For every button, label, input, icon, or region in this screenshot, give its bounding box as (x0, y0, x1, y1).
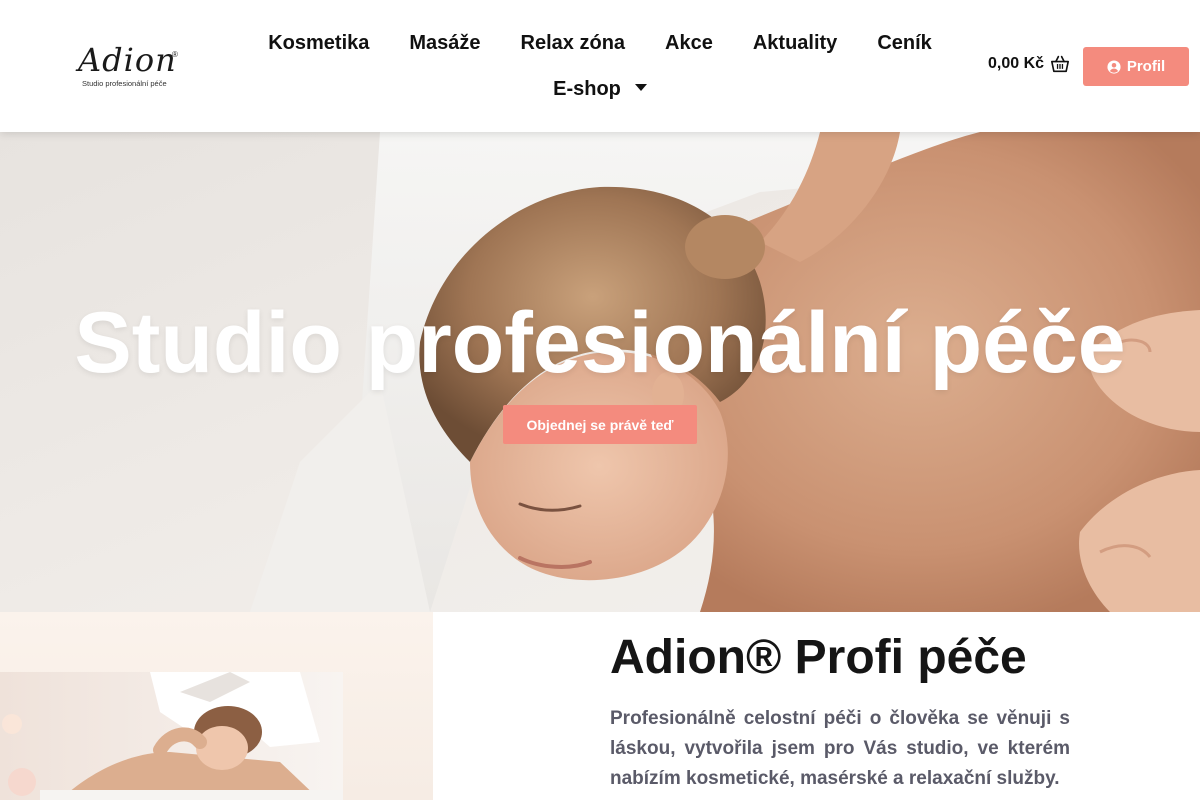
site-header: Adion ® Studio profesionální péče Kosmet… (0, 0, 1200, 132)
profile-button[interactable]: Profil (1083, 47, 1189, 86)
user-circle-icon (1107, 59, 1121, 74)
book-now-button[interactable]: Objednej se právě teď (503, 405, 697, 444)
logo-tagline: Studio profesionální péče (82, 79, 167, 88)
nav-item-akce[interactable]: Akce (645, 20, 733, 66)
cart-button[interactable]: 0,00 Kč (988, 55, 1070, 73)
nav-item-masaze[interactable]: Masáže (389, 20, 500, 66)
nav-item-aktuality[interactable]: Aktuality (733, 20, 857, 66)
about-text: Profesionálně celostní péči o člověka se… (610, 708, 1070, 789)
logo[interactable]: Adion ® Studio profesionální péče (76, 40, 186, 92)
logo-wordmark: Adion (78, 41, 177, 79)
chevron-down-icon (634, 84, 647, 92)
hero-section: Studio profesionální péče Objednej se pr… (0, 132, 1200, 612)
nav-item-eshop[interactable]: E-shop (533, 66, 667, 112)
hero-title: Studio profesionální péče (74, 295, 1126, 391)
nav-item-kosmetika[interactable]: Kosmetika (248, 20, 389, 66)
main-navigation: Kosmetika Masáže Relax zóna Akce Aktuali… (260, 20, 940, 112)
basket-icon (1051, 55, 1070, 73)
nav-item-cenik[interactable]: Ceník (857, 20, 951, 66)
profile-button-label: Profil (1126, 58, 1166, 75)
nav-item-eshop-label: E-shop (553, 78, 621, 100)
cart-price: 0,00 Kč (988, 55, 1045, 72)
nav-item-relax-zona[interactable]: Relax zóna (501, 20, 645, 66)
about-title: Adion® Profi péče (610, 631, 1027, 684)
about-massage-photo (0, 672, 343, 800)
logo-registered-mark: ® (172, 50, 178, 59)
